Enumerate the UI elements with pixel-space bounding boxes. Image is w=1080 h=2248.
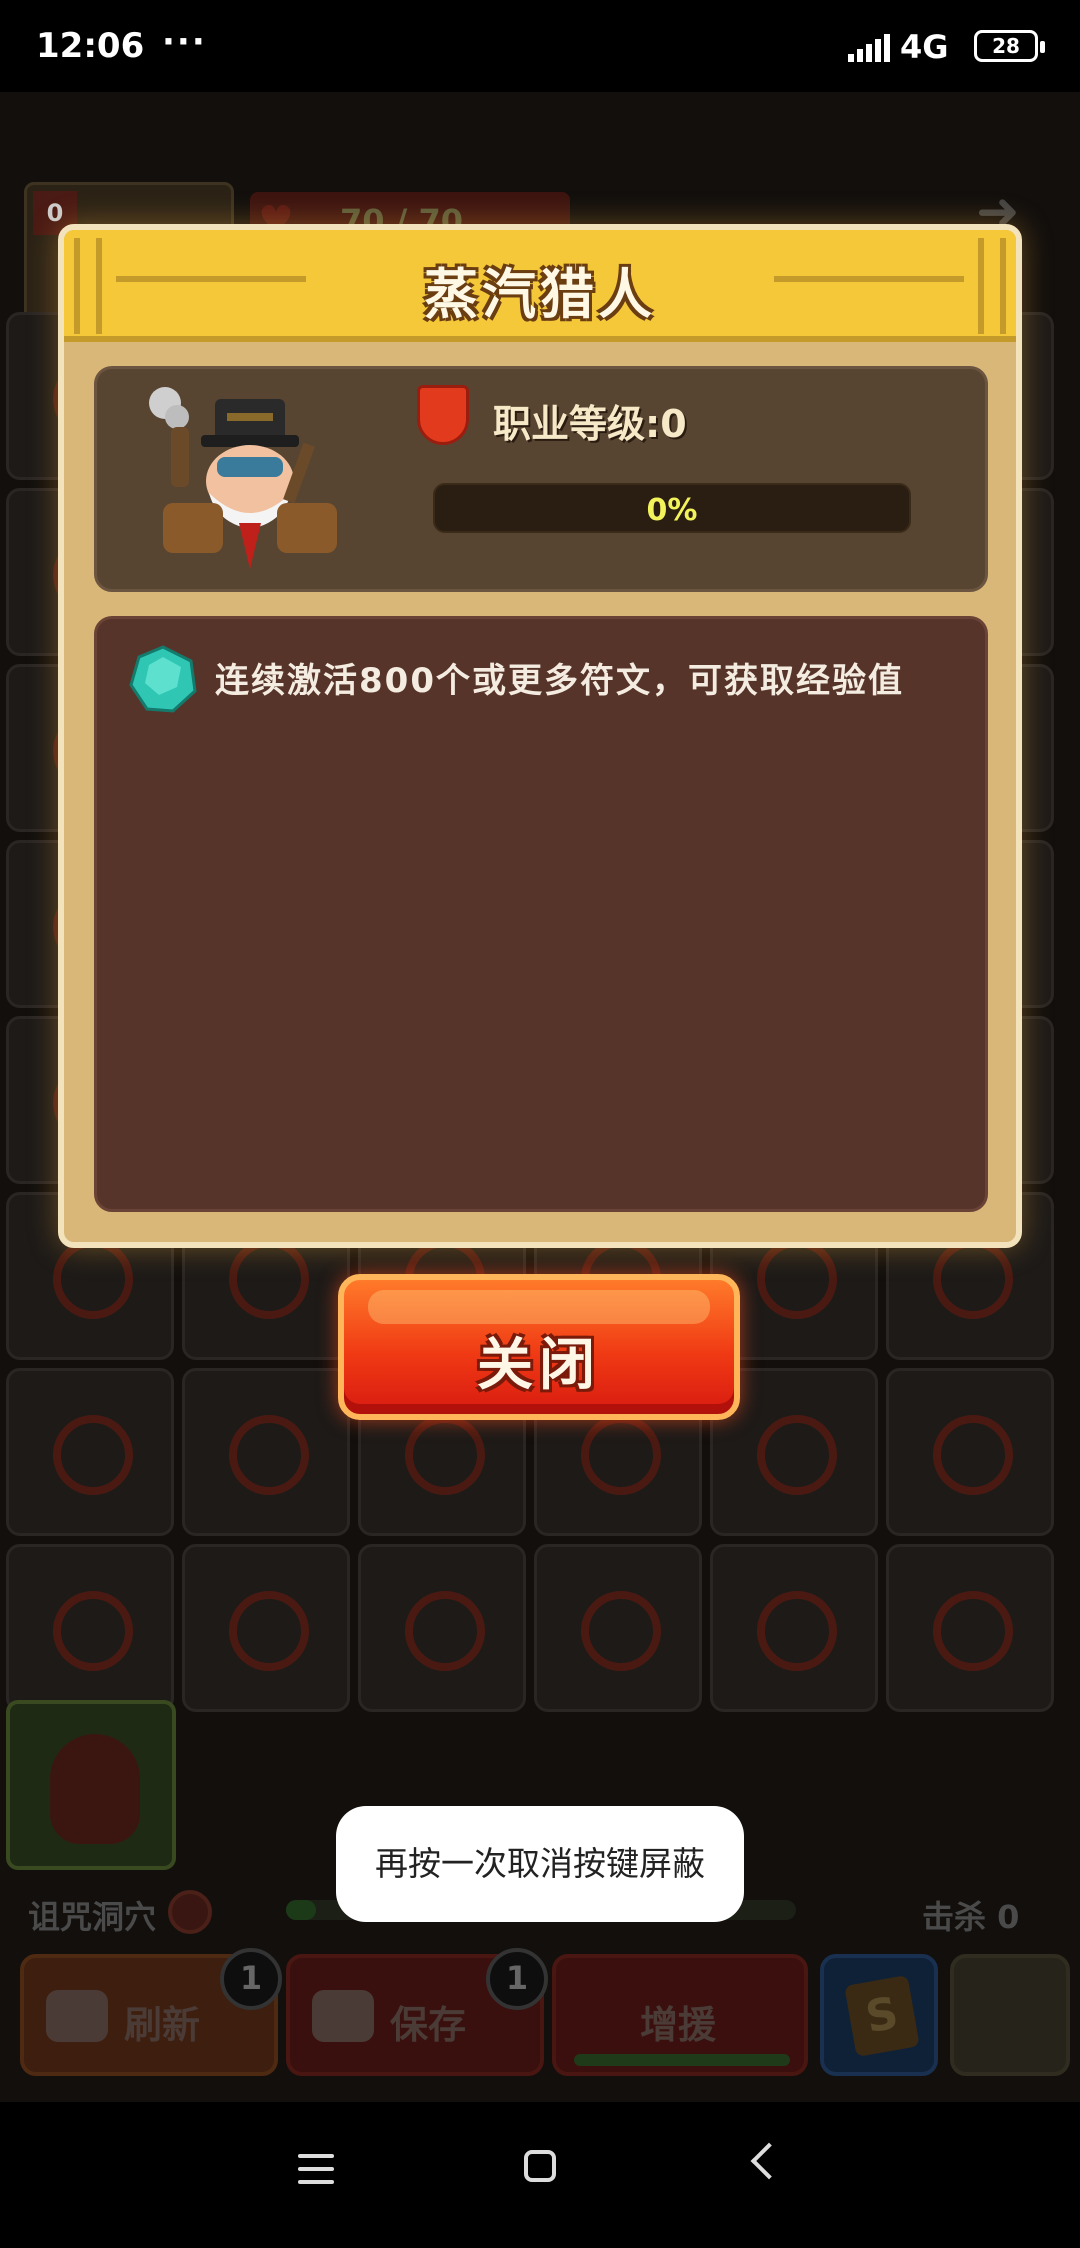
- rune-tile: [6, 1544, 174, 1712]
- rune-icon: [757, 1591, 837, 1671]
- toast-message: 再按一次取消按键屏蔽: [336, 1806, 744, 1922]
- skill-s-icon: S: [844, 1974, 920, 2058]
- kills-label: 击杀 0: [922, 1898, 1020, 1936]
- rune-tile: [358, 1544, 526, 1712]
- rune-icon: [933, 1415, 1013, 1495]
- rune-icon: [405, 1415, 485, 1495]
- rune-tile: [182, 1544, 350, 1712]
- rune-icon: [229, 1591, 309, 1671]
- rune-tile: [182, 1368, 350, 1536]
- rune-icon: [757, 1239, 837, 1319]
- refresh-count-badge: 1: [220, 1948, 282, 2010]
- rune-icon: [757, 1415, 837, 1495]
- rune-icon: [229, 1239, 309, 1319]
- rune-tile: [534, 1544, 702, 1712]
- item-button[interactable]: [950, 1954, 1070, 2076]
- status-time: 12:06: [36, 26, 145, 66]
- description-panel: 连续激活800个或更多符文，可获取经验值: [94, 616, 988, 1212]
- close-label: 关闭: [477, 1333, 601, 1398]
- job-level-label: 职业等级:0: [493, 402, 687, 446]
- dialog-header: 蒸汽猎人: [64, 230, 1016, 342]
- reinforce-button[interactable]: 增援: [552, 1954, 808, 2076]
- exp-progress-bar: 0%: [433, 483, 911, 533]
- system-nav-bar: [0, 2102, 1080, 2248]
- rune-icon: [53, 1239, 133, 1319]
- rune-icon: [933, 1591, 1013, 1671]
- skill-s-button[interactable]: S: [820, 1954, 938, 2076]
- close-button[interactable]: 关闭: [338, 1274, 740, 1420]
- battery-icon: 28: [974, 30, 1045, 62]
- hunter-avatar-icon: [149, 387, 337, 569]
- save-button[interactable]: 保存 1: [286, 1948, 548, 2076]
- header-decoration-right: [978, 238, 1006, 334]
- nav-back-icon[interactable]: [750, 2142, 788, 2180]
- rune-icon: [405, 1591, 485, 1671]
- save-label: 保存: [390, 2003, 467, 2047]
- rune-icon: [581, 1591, 661, 1671]
- network-type: 4G: [900, 28, 949, 66]
- stage-label: 诅咒洞穴: [28, 1898, 157, 1936]
- refresh-label: 刷新: [124, 2003, 201, 2047]
- stage-icon: [168, 1890, 212, 1934]
- rune-tile: [710, 1544, 878, 1712]
- rune-tile: [886, 1544, 1054, 1712]
- job-rank-icon: [417, 385, 469, 445]
- refresh-button[interactable]: 刷新 1: [20, 1948, 282, 2076]
- reinforce-progress: [574, 2054, 790, 2066]
- rune-tile: [6, 1368, 174, 1536]
- status-bar: 12:06 ··· 4G 28: [0, 0, 1080, 92]
- exp-condition-text: 连续激活800个或更多符文，可获取经验值: [215, 661, 904, 701]
- nav-menu-icon[interactable]: [298, 2154, 334, 2184]
- rune-icon: [53, 1415, 133, 1495]
- nav-home-icon[interactable]: [524, 2150, 556, 2182]
- save-count-badge: 1: [486, 1948, 548, 2010]
- hero-portrait-tile: [6, 1700, 176, 1870]
- rune-icon: [229, 1415, 309, 1495]
- button-shine: [368, 1290, 710, 1324]
- dialog-title: 蒸汽猎人: [424, 263, 656, 326]
- rune-icon: [933, 1239, 1013, 1319]
- rune-tile: [886, 1368, 1054, 1536]
- video-play-icon: [312, 1990, 374, 2042]
- rune-icon: [581, 1415, 661, 1495]
- hero-portrait-icon: [50, 1734, 140, 1844]
- signal-icon: [848, 34, 890, 62]
- header-line-right: [774, 276, 964, 282]
- video-play-icon: [46, 1990, 108, 2042]
- exp-percent: 0%: [646, 493, 698, 528]
- class-info-panel: 职业等级:0 0%: [94, 366, 988, 592]
- gem-icon: [129, 645, 197, 713]
- rune-icon: [53, 1591, 133, 1671]
- hunter-info-dialog: 蒸汽猎人 职业等级:0 0% 连续激活800个或更多符文，可获取经验值: [58, 224, 1022, 1248]
- reinforce-label: 增援: [640, 2003, 717, 2047]
- status-more-dots: ···: [162, 22, 207, 62]
